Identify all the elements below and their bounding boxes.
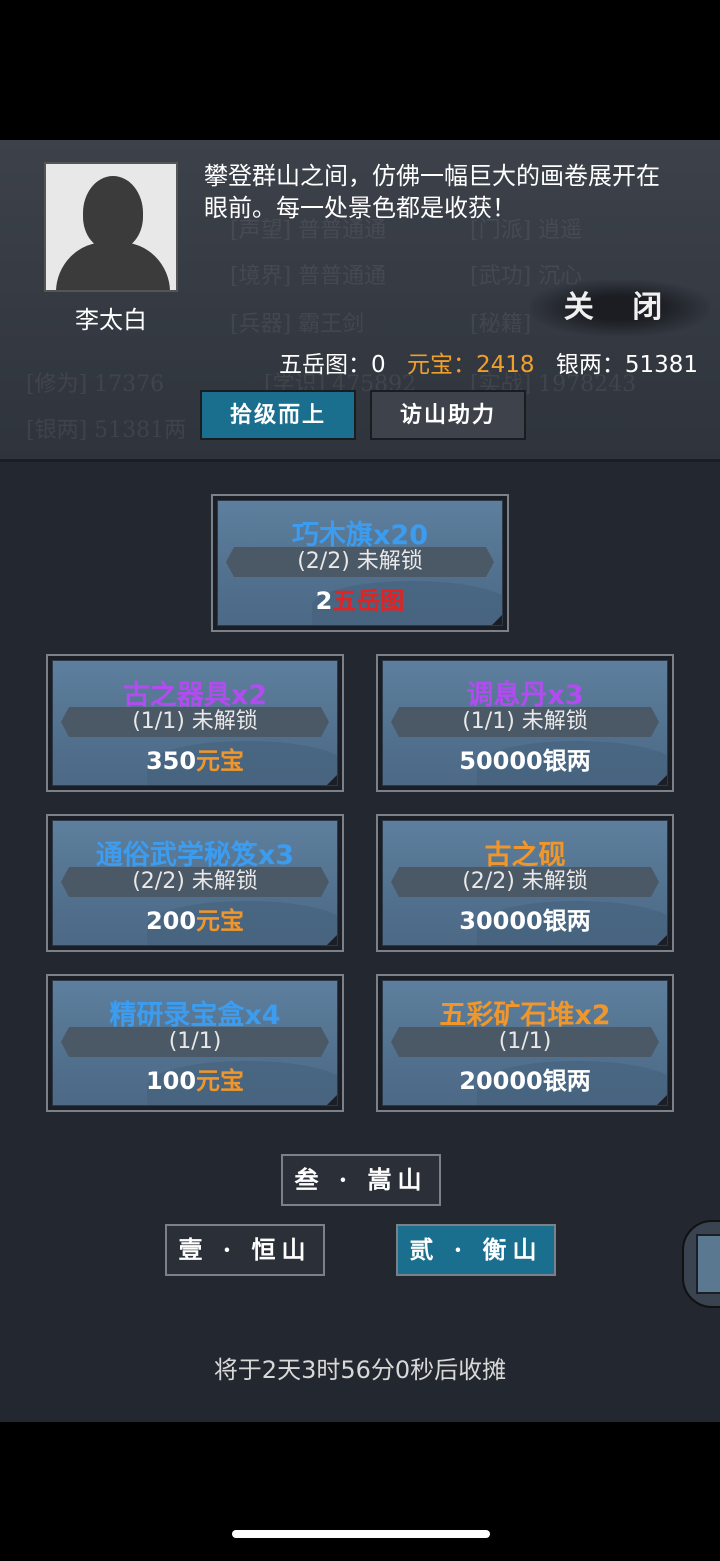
price-unit: 五岳图 [332,587,405,615]
bg-stat: [银两] 51381两 [26,418,187,443]
item-price: 100元宝 [53,1061,337,1096]
shop-item-card[interactable]: 五彩矿石堆x2 (1/1) 20000银两 [376,974,674,1112]
mountain-button-hengshan-north[interactable]: 壹 · 恒山 [165,1224,325,1276]
item-status: (2/2) 未解锁 [462,869,588,894]
price-unit: 银两 [542,747,591,775]
bg-stat: [兵器] 霸王剑 [230,312,365,337]
side-menu-icon[interactable] [682,1220,720,1308]
yuanbao-label: 元宝： [406,352,476,378]
description-text: 攀登群山之间，仿佛一幅巨大的画卷展开在眼前。每一处景色都是收获！ [204,162,660,222]
item-status: (1/1) [168,1029,222,1054]
avatar-silhouette-head [83,176,143,250]
character-name: 李太白 [75,306,147,334]
item-price: 20000银两 [383,1061,667,1096]
avatar[interactable] [44,162,178,292]
item-price: 2五岳图 [218,581,502,616]
price-unit: 元宝 [196,1067,245,1095]
price-amount: 2 [315,587,333,615]
item-price: 350元宝 [53,741,337,776]
price-amount: 100 [145,1067,197,1095]
shop-item-card[interactable]: 巧木旗x20 (2/2) 未解锁 2五岳图 [211,494,509,632]
price-amount: 30000 [459,907,543,935]
item-status: (1/1) 未解锁 [462,709,588,734]
item-price: 30000银两 [383,901,667,936]
price-amount: 350 [145,747,197,775]
price-unit: 元宝 [196,907,245,935]
item-status: (1/1) [498,1029,552,1054]
bg-stat: [境界] 普普通通 [230,264,387,289]
silver-label: 银两： [555,352,625,378]
item-price: 200元宝 [53,901,337,936]
wuyue-value: 0 [371,352,386,378]
avatar-silhouette-body [56,242,170,290]
countdown-text: 将于2天3时56分0秒后收摊 [213,1356,507,1384]
bg-stat: [修为] 17376 [26,372,165,397]
price-amount: 200 [145,907,197,935]
wuyue-label: 五岳图： [279,352,372,378]
price-unit: 银两 [542,907,591,935]
mountain-button-songshan[interactable]: 叁 · 嵩山 [281,1154,441,1206]
shop-item-card[interactable]: 通俗武学秘笈x3 (2/2) 未解锁 200元宝 [46,814,344,952]
shop-item-card[interactable]: 古之砚 (2/2) 未解锁 30000银两 [376,814,674,952]
price-amount: 20000 [459,1067,543,1095]
mountain-button-hengshan-south[interactable]: 贰 · 衡山 [396,1224,556,1276]
price-unit: 银两 [542,1067,591,1095]
item-status: (2/2) 未解锁 [297,549,423,574]
bg-stat: [秘籍] [470,312,532,337]
item-price: 50000银两 [383,741,667,776]
price-amount: 50000 [459,747,543,775]
silver-value: 51381 [624,352,698,378]
tab-assist[interactable]: 访山助力 [370,390,526,440]
shop-screen: [声望] 普普通通 [门派] 逍遥 [境界] 普普通通 [武功] 沉心 [兵器]… [0,140,720,1422]
yuanbao-value: 2418 [475,352,535,378]
scroll-icon [696,1234,720,1294]
price-unit: 元宝 [196,747,245,775]
header-panel: [声望] 普普通通 [门派] 逍遥 [境界] 普普通通 [武功] 沉心 [兵器]… [0,140,720,462]
home-indicator[interactable] [232,1530,490,1538]
item-status: (1/1) 未解锁 [132,709,258,734]
item-status: (2/2) 未解锁 [132,869,258,894]
shop-item-card[interactable]: 古之器具x2 (1/1) 未解锁 350元宝 [46,654,344,792]
shop-item-card[interactable]: 调息丹x3 (1/1) 未解锁 50000银两 [376,654,674,792]
resource-row: 五岳图：0 元宝：2418 银两：51381 [273,345,698,379]
shop-item-card[interactable]: 精研录宝盒x4 (1/1) 100元宝 [46,974,344,1112]
tab-climb[interactable]: 拾级而上 [200,390,356,440]
close-button[interactable]: 关 闭 [530,280,710,336]
